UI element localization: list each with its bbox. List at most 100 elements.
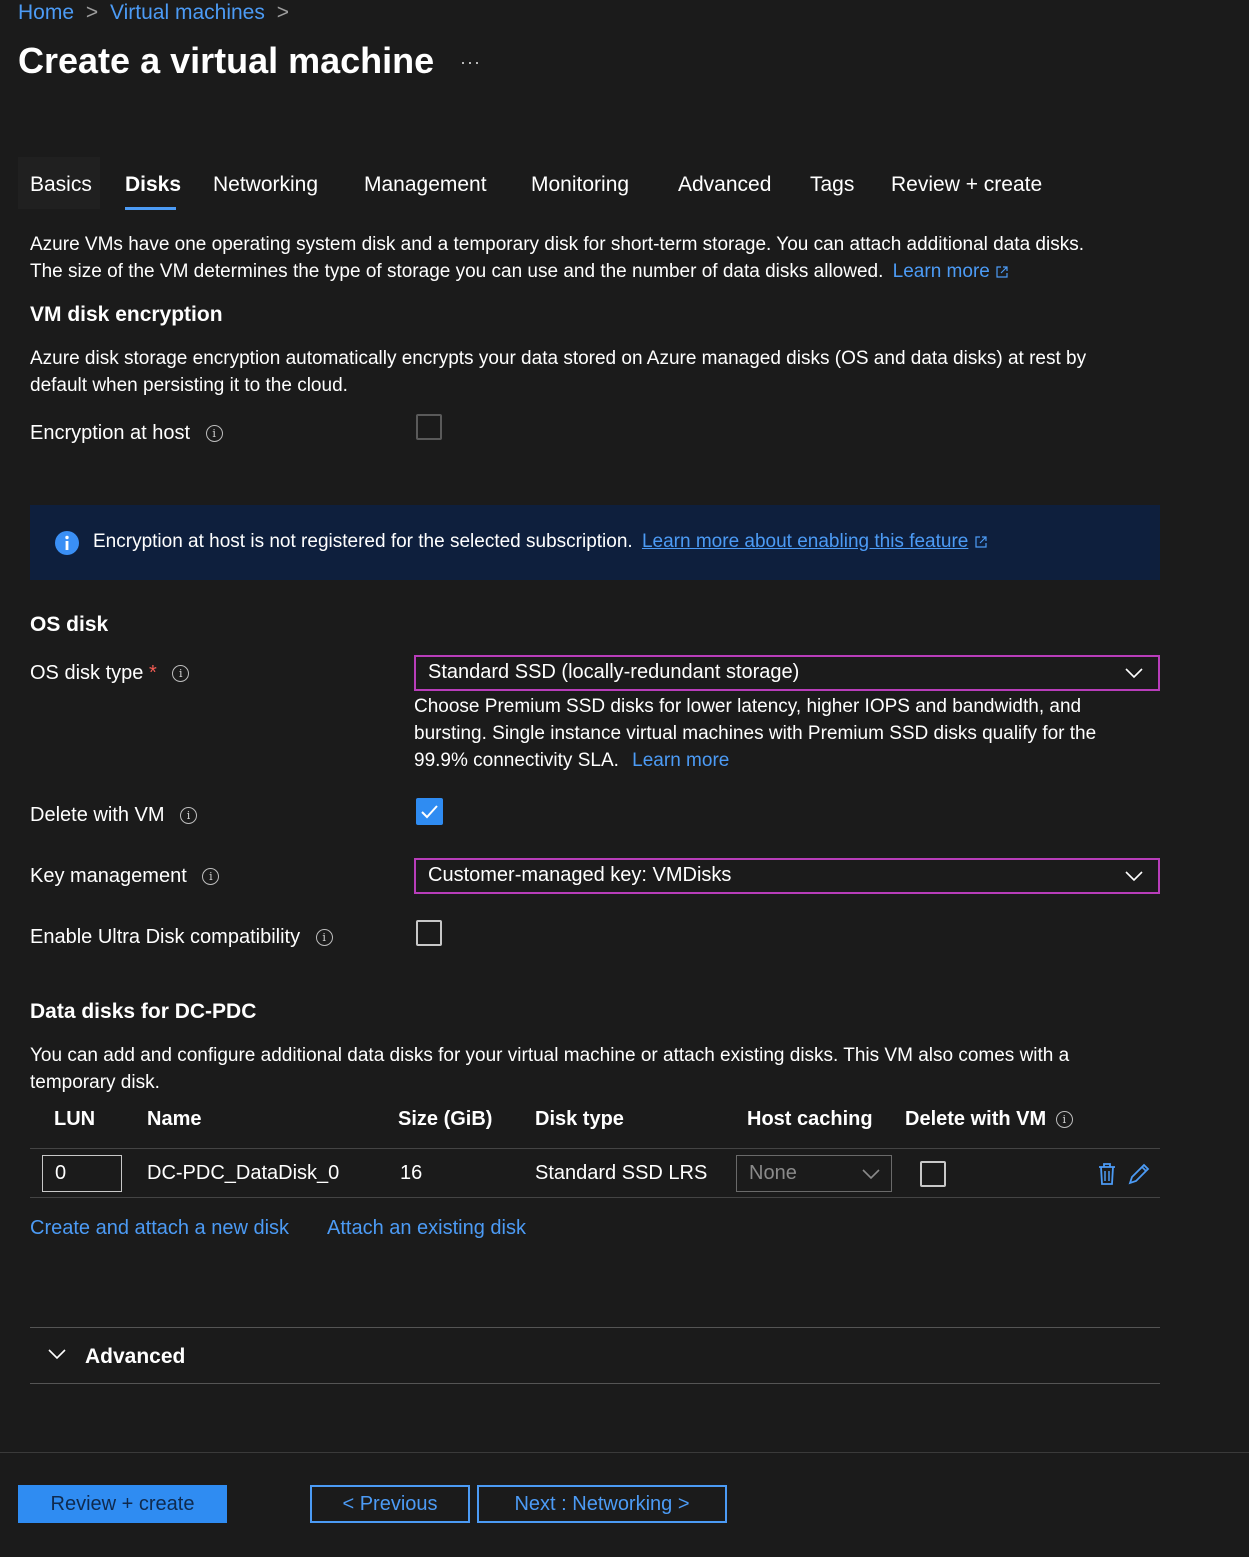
intro-learn-more-link[interactable]: Learn more: [893, 261, 990, 282]
encryption-desc-line-1: Azure disk storage encryption automatica…: [30, 348, 1087, 369]
intro-text: Azure VMs have one operating system disk…: [30, 231, 1180, 285]
ultra-disk-label: Enable Ultra Disk compatibility i: [30, 926, 333, 949]
encryption-info-banner: Encryption at host is not registered for…: [30, 505, 1160, 580]
host-caching-value: None: [749, 1162, 797, 1184]
disk-type-cell: Standard SSD LRS: [535, 1162, 708, 1184]
breadcrumb-home[interactable]: Home: [18, 1, 74, 24]
os-disk-hint-line-3: 99.9% connectivity SLA. Learn more: [414, 747, 1174, 774]
data-disks-description: You can add and configure additional dat…: [30, 1042, 1180, 1096]
delete-with-vm-text: Delete with VM: [30, 804, 165, 826]
key-management-text: Key management: [30, 865, 187, 887]
os-disk-type-value: Standard SSD (locally-redundant storage): [428, 661, 800, 683]
banner-learn-more-link[interactable]: Learn more about enabling this feature: [642, 531, 968, 552]
intro-line-2: The size of the VM determines the type o…: [30, 258, 1180, 285]
encryption-at-host-text: Encryption at host: [30, 422, 191, 444]
host-caching-select[interactable]: None: [736, 1155, 892, 1192]
disk-name-cell: DC-PDC_DataDisk_0: [147, 1162, 340, 1184]
review-create-button[interactable]: Review + create: [18, 1485, 227, 1523]
lun-value: 0: [55, 1162, 67, 1184]
os-disk-type-text: OS disk type: [30, 662, 144, 684]
os-disk-type-select[interactable]: Standard SSD (locally-redundant storage): [414, 655, 1160, 691]
previous-button[interactable]: < Previous: [310, 1485, 470, 1523]
tab-basics-label: Basics: [30, 173, 92, 196]
create-attach-disk-link[interactable]: Create and attach a new disk: [30, 1217, 289, 1240]
data-disks-section-title: Data disks for DC-PDC: [30, 1000, 257, 1023]
os-disk-learn-more-link[interactable]: Learn more: [632, 750, 729, 771]
data-disks-desc-line-2: temporary disk.: [30, 1072, 160, 1093]
row-delete-with-vm-checkbox[interactable]: [920, 1161, 946, 1187]
checkmark-icon: [421, 805, 438, 819]
table-divider: [30, 1197, 1160, 1198]
disk-size-cell: 16: [400, 1162, 423, 1184]
tab-monitoring[interactable]: Monitoring: [531, 173, 629, 197]
breadcrumb: Home > Virtual machines >: [18, 0, 295, 26]
advanced-divider-bottom: [30, 1383, 1160, 1384]
banner-text: Encryption at host is not registered for…: [93, 531, 633, 552]
column-header-host-caching: Host caching: [747, 1108, 873, 1130]
info-icon[interactable]: i: [180, 807, 198, 825]
os-disk-type-label: OS disk type * i: [30, 662, 190, 685]
advanced-expander-label: Advanced: [85, 1345, 186, 1368]
info-icon[interactable]: i: [315, 929, 333, 947]
key-management-select[interactable]: Customer-managed key: VMDisks: [414, 858, 1160, 894]
column-header-lun: LUN: [54, 1108, 96, 1130]
chevron-right-icon: >: [85, 1, 99, 24]
trash-icon[interactable]: [1096, 1161, 1118, 1187]
info-icon[interactable]: i: [205, 425, 223, 443]
encryption-at-host-checkbox[interactable]: [416, 414, 442, 440]
encryption-desc-line-2: default when persisting it to the cloud.: [30, 375, 348, 396]
info-icon[interactable]: i: [172, 665, 190, 683]
column-header-disk-type: Disk type: [535, 1108, 624, 1130]
pencil-icon[interactable]: [1126, 1161, 1152, 1187]
encryption-at-host-label: Encryption at host i: [30, 422, 223, 445]
chevron-down-icon: [862, 1169, 880, 1180]
external-link-icon: [975, 536, 987, 548]
footer-divider: [0, 1452, 1249, 1453]
os-disk-type-hint: Choose Premium SSD disks for lower laten…: [414, 693, 1174, 774]
column-header-name: Name: [147, 1108, 202, 1130]
breadcrumb-virtual-machines[interactable]: Virtual machines: [110, 1, 265, 24]
advanced-expander[interactable]: Advanced: [30, 1328, 1160, 1383]
attach-existing-disk-link[interactable]: Attach an existing disk: [327, 1217, 526, 1240]
tab-review-create[interactable]: Review + create: [891, 173, 1042, 197]
os-disk-hint-line-3-text: 99.9% connectivity SLA.: [414, 750, 619, 771]
external-link-icon: [996, 266, 1008, 278]
key-management-value: Customer-managed key: VMDisks: [428, 864, 732, 886]
data-disks-desc-line-1: You can add and configure additional dat…: [30, 1045, 1070, 1066]
ultra-disk-checkbox[interactable]: [416, 920, 442, 946]
os-disk-section-title: OS disk: [30, 613, 109, 636]
delete-with-vm-label: Delete with VM i: [30, 804, 198, 827]
tab-networking[interactable]: Networking: [213, 173, 318, 197]
info-icon[interactable]: i: [1055, 1111, 1073, 1129]
info-filled-icon: [55, 531, 79, 555]
page-title: Create a virtual machine: [18, 40, 435, 81]
encryption-description: Azure disk storage encryption automatica…: [30, 345, 1180, 399]
tab-tags[interactable]: Tags: [810, 173, 854, 197]
chevron-down-icon: [1125, 871, 1143, 882]
chevron-right-icon: >: [276, 1, 289, 24]
table-row: 0 DC-PDC_DataDisk_0 16 Standard SSD LRS …: [30, 1149, 1160, 1197]
intro-line-1: Azure VMs have one operating system disk…: [30, 234, 1084, 255]
required-marker: *: [148, 662, 157, 684]
banner-text-row: Encryption at host is not registered for…: [93, 531, 988, 553]
next-networking-button[interactable]: Next : Networking >: [477, 1485, 727, 1523]
delete-with-vm-checkbox[interactable]: [416, 798, 443, 825]
intro-line-2-text: The size of the VM determines the type o…: [30, 261, 884, 282]
os-disk-hint-line-2: bursting. Single instance virtual machin…: [414, 723, 1097, 744]
column-header-delete-text: Delete with VM: [905, 1108, 1047, 1130]
os-disk-hint-line-1: Choose Premium SSD disks for lower laten…: [414, 696, 1082, 717]
encryption-section-title: VM disk encryption: [30, 303, 223, 326]
data-disks-table-header: LUN Name Size (GiB) Disk type Host cachi…: [30, 1108, 1160, 1148]
info-icon[interactable]: i: [202, 868, 220, 886]
lun-input[interactable]: 0: [42, 1155, 122, 1192]
column-header-delete-with-vm: Delete with VM i: [905, 1108, 1073, 1131]
tab-disks[interactable]: Disks: [125, 173, 181, 197]
tab-active-indicator: [125, 207, 176, 210]
tab-advanced[interactable]: Advanced: [678, 173, 771, 197]
tab-management[interactable]: Management: [364, 173, 487, 197]
key-management-label: Key management i: [30, 865, 220, 888]
chevron-down-icon: [1125, 668, 1143, 679]
chevron-down-icon: [48, 1349, 66, 1360]
ultra-disk-text: Enable Ultra Disk compatibility: [30, 926, 301, 948]
more-options-button[interactable]: ···: [460, 52, 481, 73]
